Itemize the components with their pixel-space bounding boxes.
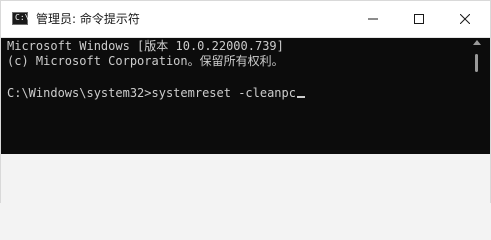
minimize-icon: [368, 18, 378, 20]
command-text: C:\Windows\system32>systemreset -cleanpc: [7, 86, 296, 100]
maximize-icon: [414, 14, 424, 24]
command-line[interactable]: C:\Windows\system32>systemreset -cleanpc: [7, 85, 305, 101]
title-bar[interactable]: C:\ 管理员: 命令提示符: [1, 1, 490, 38]
cmd-icon: C:\: [12, 12, 29, 25]
console-line: Microsoft Windows [版本 10.0.22000.739]: [7, 39, 284, 53]
window-bottom-area: [1, 154, 490, 203]
minimize-button[interactable]: [350, 1, 396, 37]
scroll-thumb[interactable]: [475, 54, 478, 72]
text-cursor: [296, 96, 305, 98]
window-title: 管理员: 命令提示符: [36, 12, 140, 26]
command-prompt-window: C:\ 管理员: 命令提示符 Microsoft Windows [版本 10.…: [0, 0, 491, 203]
console-line: (c) Microsoft Corporation。保留所有权利。: [7, 54, 284, 68]
close-icon: [460, 14, 470, 24]
scroll-up-arrow-icon[interactable]: [473, 40, 481, 45]
maximize-button[interactable]: [396, 1, 442, 37]
vertical-scrollbar[interactable]: [464, 38, 490, 154]
close-button[interactable]: [442, 1, 488, 37]
console-output[interactable]: Microsoft Windows [版本 10.0.22000.739] (c…: [1, 38, 464, 154]
